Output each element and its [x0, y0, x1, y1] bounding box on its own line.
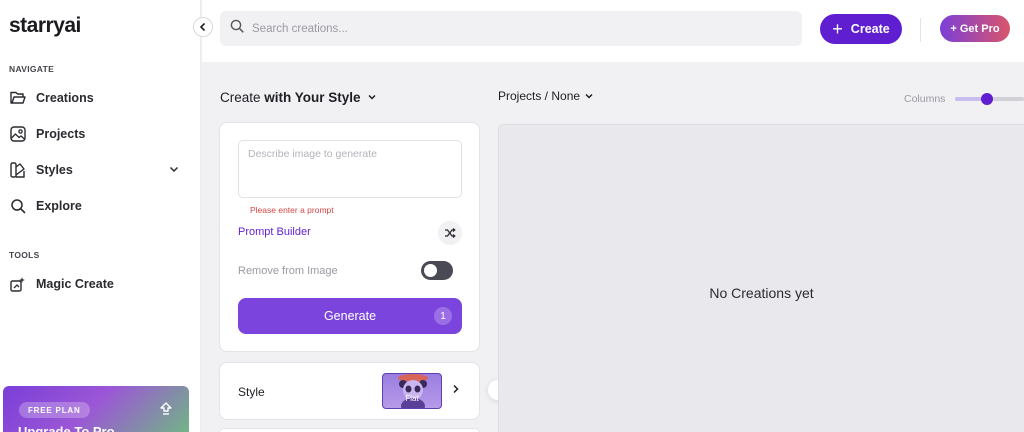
plus-icon: + [832, 19, 843, 39]
sidebar-item-label: Styles [36, 163, 73, 177]
style-selector[interactable]: Style Flat [219, 362, 480, 420]
shuffle-prompt-button[interactable] [438, 221, 462, 245]
creations-panel: No Creations yet [498, 124, 1024, 432]
sidebar-item-styles[interactable]: Styles [9, 158, 189, 182]
toggle-knob [424, 264, 437, 277]
sidebar-item-label: Magic Create [36, 277, 114, 291]
generate-button[interactable]: Generate 1 [238, 298, 462, 334]
next-settings-card[interactable] [219, 428, 480, 432]
image-icon [9, 125, 27, 143]
upgrade-card[interactable]: FREE PLAN Upgrade To Pro [3, 386, 189, 432]
prompt-card: Please enter a prompt Prompt Builder Rem… [219, 122, 480, 352]
sidebar-item-label: Explore [36, 199, 82, 213]
credit-cost-badge: 1 [434, 307, 452, 325]
chevron-right-icon [452, 383, 460, 397]
empty-state-message: No Creations yet [709, 285, 814, 301]
search-input[interactable] [252, 22, 752, 35]
remove-from-image-toggle[interactable] [421, 261, 453, 280]
remove-from-image-label: Remove from Image [238, 265, 338, 277]
generate-button-label: Generate [323, 309, 377, 323]
sidebar-item-explore[interactable]: Explore [9, 194, 189, 218]
panda-illustration-icon [398, 374, 428, 408]
app-logo[interactable]: starryai [9, 14, 81, 38]
chevron-down-icon[interactable] [168, 163, 180, 178]
style-thumbnail-name: Flat [405, 394, 419, 403]
create-button-label: Create [850, 22, 890, 36]
upgrade-title: Upgrade To Pro [18, 424, 115, 432]
create-style-heading[interactable]: Create with Your Style [220, 90, 377, 105]
prompt-builder-link[interactable]: Prompt Builder [238, 226, 311, 238]
style-label: Style [238, 385, 265, 399]
heading-bold: with Your Style [264, 90, 361, 105]
sidebar-item-label: Projects [36, 127, 86, 141]
chevron-down-icon [585, 93, 593, 99]
free-plan-badge: FREE PLAN [19, 402, 90, 418]
chevron-left-icon [199, 22, 206, 32]
sidebar-item-projects[interactable]: Projects [9, 122, 189, 146]
sidebar: starryai NAVIGATE Creations Projects Sty… [0, 0, 201, 432]
navigate-section-label: NAVIGATE [9, 64, 55, 74]
divider [920, 18, 921, 42]
search-icon [9, 197, 27, 215]
heading-prefix: Create [220, 90, 261, 105]
folder-icon [9, 89, 27, 107]
columns-slider-knob[interactable] [981, 93, 993, 105]
top-bar: + Create + Get Pro [202, 0, 1024, 62]
palette-icon [9, 161, 27, 179]
prompt-error-message: Please enter a prompt [250, 205, 334, 215]
projects-filter-dropdown[interactable]: Projects / None [498, 89, 594, 103]
sidebar-item-magic-create[interactable]: Magic Create [9, 272, 189, 296]
collapse-sidebar-button[interactable] [193, 17, 213, 37]
style-thumbnail: Flat [382, 373, 442, 409]
get-pro-button[interactable]: + Get Pro [940, 15, 1010, 42]
search-bar[interactable] [220, 11, 802, 46]
search-icon [230, 19, 244, 38]
projects-filter-label: Projects / None [498, 89, 581, 103]
create-button[interactable]: + Create [820, 14, 902, 44]
columns-label: Columns [904, 93, 946, 105]
sidebar-item-label: Creations [36, 91, 94, 105]
columns-slider-fill [955, 97, 983, 101]
magic-wand-icon [9, 275, 27, 293]
sidebar-item-creations[interactable]: Creations [9, 86, 189, 110]
upgrade-arrow-icon [159, 402, 173, 419]
chevron-down-icon [368, 94, 376, 100]
shuffle-icon [445, 228, 456, 238]
prompt-textarea[interactable] [238, 140, 462, 198]
tools-section-label: TOOLS [9, 250, 40, 260]
